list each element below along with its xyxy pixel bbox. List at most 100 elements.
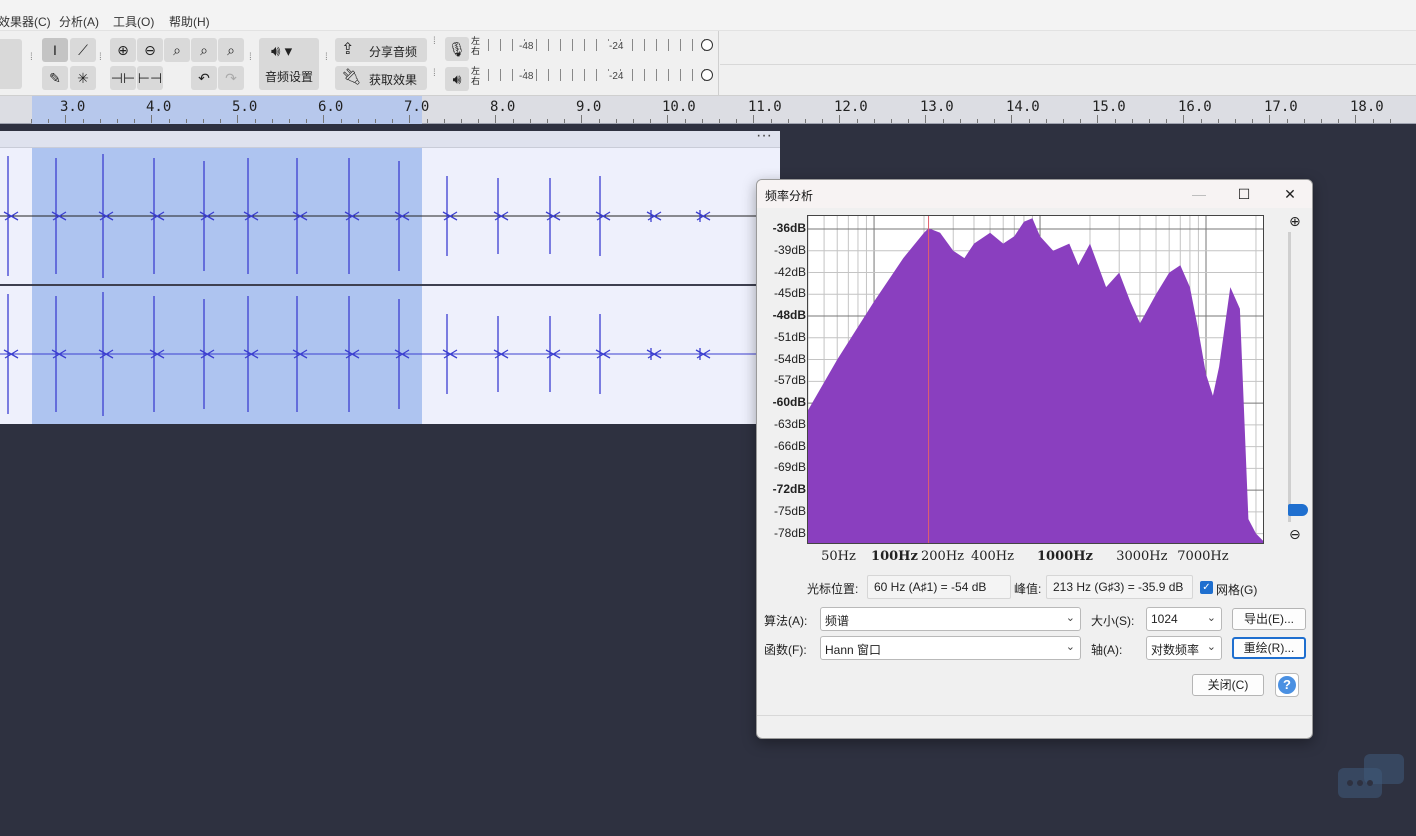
microphone-icon[interactable]: 🎙︎ [445, 37, 469, 61]
silence-audio-icon[interactable]: ⊢⊣ [137, 66, 163, 90]
ruler-tick-mark [392, 119, 394, 123]
ruler-tick-mark [48, 119, 50, 123]
minimize-icon[interactable]: — [1184, 184, 1214, 204]
zoom-in-icon[interactable]: ⊕ [1289, 213, 1301, 230]
x-tick-label: 400Hz [970, 549, 1014, 564]
dialog-status-divider [757, 715, 1312, 716]
x-tick-label: 1000Hz [1037, 549, 1093, 564]
zoom-out-icon[interactable]: ⊖ [1289, 526, 1301, 543]
menu-effects[interactable]: 效果器(C) [0, 13, 51, 30]
ruler-tick-mark [306, 119, 308, 123]
envelope-tool-icon[interactable]: ⟋ [70, 38, 96, 62]
spectrum-svg[interactable] [807, 216, 1263, 543]
help-button[interactable]: ? [1275, 673, 1299, 697]
axis-label: 轴(A): [1091, 643, 1123, 657]
axis-select[interactable]: 对数频率 ⌄ [1146, 636, 1222, 660]
record-meter-lr-label: 左右 [471, 36, 481, 56]
fit-selection-icon[interactable]: ⌕ [164, 38, 190, 62]
ruler-tick-mark [1080, 119, 1082, 123]
audio-setup-button[interactable]: 🔊︎ ▾ 音频设置 [259, 38, 319, 90]
toolbar-grip-icon[interactable]: ⁞ [249, 53, 255, 69]
y-tick-label: -51dB [773, 329, 806, 344]
toolbar-grip-icon[interactable]: ⁞ [433, 69, 439, 85]
grid-label[interactable]: 网格(G) [1216, 581, 1257, 598]
chevron-down-icon: ⌄ [1206, 612, 1216, 624]
replot-button[interactable]: 重绘(R)... [1232, 637, 1306, 659]
get-effects-label: 获取效果 [369, 73, 418, 87]
timeline-ruler[interactable]: 3.0 4.0 5.0 6.0 7.0 8.0 9.0 10.0 11.0 12.0 13.0 14.… [0, 96, 1416, 124]
ruler-tick-mark [615, 119, 617, 123]
vertical-zoom-slider[interactable] [1288, 232, 1291, 522]
share-audio-button[interactable]: ⇪ 分享音频 [335, 38, 427, 62]
ruler-tick-mark [254, 119, 256, 123]
y-tick-label: -60dB [772, 395, 806, 410]
y-tick-label: -66dB [773, 438, 806, 453]
function-select[interactable]: Hann 窗口 ⌄ [820, 636, 1081, 660]
ruler-tick-mark [547, 119, 548, 123]
ruler-tick-mark [185, 119, 187, 123]
size-select[interactable]: 1024 ⌄ [1146, 607, 1222, 631]
playback-volume-knob[interactable] [701, 69, 713, 81]
ruler-tick-mark [977, 119, 978, 123]
close-icon[interactable]: ✕ [1275, 184, 1305, 204]
record-volume-knob[interactable] [701, 39, 713, 51]
grid-checkbox[interactable]: ✓ [1200, 581, 1213, 594]
zoom-out-icon[interactable]: ⊖ [137, 38, 163, 62]
ruler-tick-mark [1355, 115, 1357, 123]
ruler-tick-mark [340, 119, 342, 123]
redo-icon[interactable]: ↷ [218, 66, 244, 90]
ruler-tick-mark [925, 115, 927, 123]
multi-tool-icon[interactable]: ✳ [70, 66, 96, 90]
ruler-tick-mark [701, 119, 703, 123]
ruler-tick-mark [1372, 119, 1374, 123]
maximize-icon[interactable]: ☐ [1229, 184, 1259, 204]
draw-tool-icon[interactable]: ✎ [42, 66, 68, 90]
export-button[interactable]: 导出(E)... [1232, 608, 1306, 630]
menu-help[interactable]: 帮助(H) [169, 13, 210, 30]
clip-header[interactable]: ··· [0, 127, 780, 148]
get-effects-button[interactable]: 🔌︎ 获取效果 [335, 66, 427, 90]
waveform[interactable] [0, 148, 780, 424]
x-tick-label: 100Hz [871, 549, 918, 564]
toolbar-grip-icon[interactable]: ⁞ [433, 37, 439, 53]
spectrum-plot[interactable] [807, 215, 1264, 544]
selection-tool-icon[interactable]: I [42, 38, 68, 62]
ruler-tick-label: 6.0 [318, 99, 344, 115]
menu-tools[interactable]: 工具(O) [113, 13, 154, 30]
clip-menu-icon[interactable]: ··· [756, 127, 772, 145]
toolbar-grip-icon[interactable]: ⁞ [99, 53, 105, 69]
fit-project-icon[interactable]: ⌕ [191, 38, 217, 62]
playback-level-meter[interactable]: -48 -24 [488, 65, 713, 93]
help-icon: ? [1278, 676, 1296, 694]
ruler-tick-label: 17.0 [1264, 99, 1298, 115]
toolbar-grip-icon[interactable]: ⁞ [30, 53, 36, 69]
toolbar-grip-icon[interactable]: ⁞ [325, 53, 331, 69]
ruler-tick-mark [461, 119, 462, 123]
vertical-zoom-handle[interactable] [1288, 504, 1308, 516]
playback-speaker-icon[interactable]: 🔊︎ [445, 67, 469, 91]
ruler-tick-mark [271, 119, 273, 123]
zoom-toggle-icon[interactable]: ⌕ [218, 38, 244, 62]
ruler-tick-mark [650, 119, 652, 123]
y-tick-label: -42dB [773, 264, 806, 279]
dialog-titlebar[interactable]: 频率分析 — ☐ ✕ [757, 180, 1312, 208]
undo-icon[interactable]: ↶ [191, 66, 217, 90]
zoom-in-icon[interactable]: ⊕ [110, 38, 136, 62]
ruler-tick-mark [82, 119, 84, 123]
ruler-tick-mark [117, 119, 118, 123]
ruler-tick-label: 14.0 [1006, 99, 1040, 115]
play-meter-mark-48: -48 [518, 71, 535, 82]
y-tick-label: -39dB [773, 242, 806, 257]
ruler-tick-mark [1338, 119, 1340, 123]
ruler-tick-mark [1183, 115, 1185, 123]
close-button[interactable]: 关闭(C) [1192, 674, 1264, 696]
ruler-tick-label: 11.0 [748, 99, 782, 115]
algorithm-select[interactable]: 频谱 ⌄ [820, 607, 1081, 631]
audio-setup-label: 音频设置 [265, 70, 314, 84]
ruler-tick-mark [839, 115, 841, 123]
record-level-meter[interactable]: -48 -24 [488, 35, 713, 63]
transport-button-partial[interactable] [0, 39, 22, 89]
audio-track[interactable]: ··· [0, 127, 780, 424]
menu-analyze[interactable]: 分析(A) [59, 13, 99, 30]
trim-audio-icon[interactable]: ⊣⊢ [110, 66, 136, 90]
